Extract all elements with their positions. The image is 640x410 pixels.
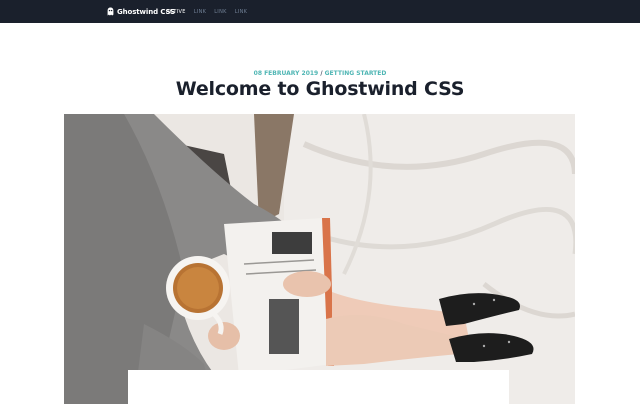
ghost-icon bbox=[107, 7, 114, 16]
nav-links: ACTIVE LINK LINK LINK bbox=[166, 0, 247, 23]
post-content-card bbox=[128, 370, 509, 410]
nav-link-2[interactable]: LINK bbox=[214, 9, 226, 15]
meta-separator: / bbox=[320, 70, 323, 77]
post-date: 08 FEBRUARY 2019 bbox=[253, 70, 319, 77]
nav-link-3[interactable]: LINK bbox=[235, 9, 247, 15]
nav-link-1[interactable]: LINK bbox=[194, 9, 206, 15]
post-title: Welcome to Ghostwind CSS bbox=[175, 78, 465, 100]
brand-link[interactable]: Ghostwind CSS bbox=[107, 0, 175, 23]
nav-link-active[interactable]: ACTIVE bbox=[166, 9, 186, 15]
top-navbar: Ghostwind CSS ACTIVE LINK LINK LINK bbox=[0, 0, 640, 23]
hero-image bbox=[64, 114, 575, 404]
post-category-link[interactable]: GETTING STARTED bbox=[325, 70, 387, 77]
post-meta: 08 FEBRUARY 2019 / GETTING STARTED bbox=[0, 70, 640, 77]
